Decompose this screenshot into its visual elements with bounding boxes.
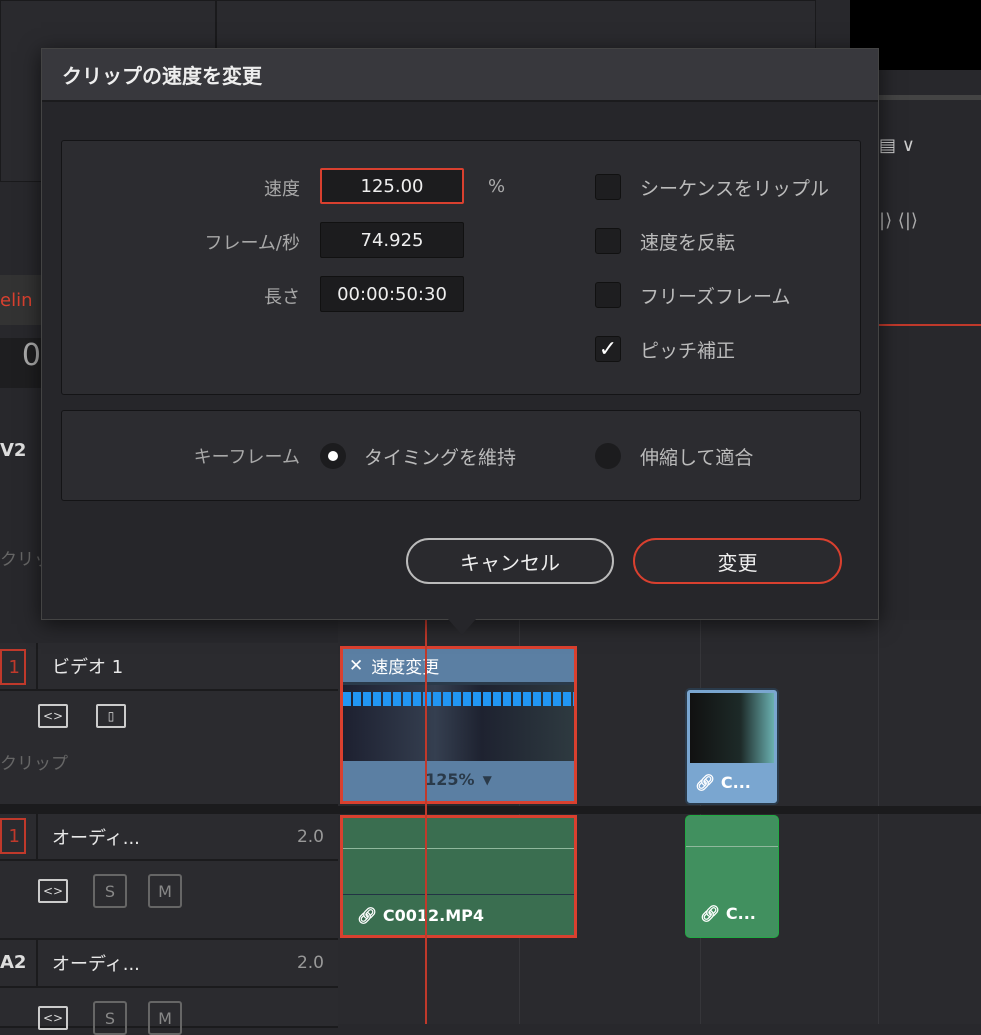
trim-tools-icon[interactable]: |⟩ ⟨|⟩: [879, 210, 918, 231]
speed-input[interactable]: 125.00: [320, 168, 464, 204]
speed-label: 速度: [264, 179, 300, 200]
timeline-tab[interactable]: elin: [0, 275, 41, 325]
solo-button[interactable]: S: [93, 1001, 127, 1035]
clip-thumbnail: [343, 685, 574, 761]
dialog-pointer: [448, 619, 476, 635]
fps-label: フレーム/秒: [204, 233, 300, 254]
duration-input[interactable]: 00:00:50:30: [320, 276, 464, 312]
track-header-video1: 1 ビデオ 1: [0, 643, 338, 691]
track-hint: クリップ: [0, 754, 68, 774]
link-icon: 🔗︎: [357, 906, 378, 925]
track-name: オーディ... 2.0: [36, 940, 338, 986]
link-icon: 🔗︎: [700, 904, 721, 923]
pitch-correction-checkbox[interactable]: ✓: [595, 336, 621, 362]
track-controls-audio2: <> S M: [0, 988, 338, 1035]
channel-label: 2.0: [296, 826, 324, 847]
ripple-sequence-checkbox[interactable]: [595, 174, 621, 200]
speed-indicator[interactable]: 125% ▼: [343, 761, 574, 798]
volume-line: [686, 846, 778, 847]
pitch-correction-label: ピッチ補正: [640, 340, 736, 362]
volume-line: [343, 848, 574, 849]
divider: [879, 95, 981, 100]
fps-input[interactable]: 74.925: [320, 222, 464, 258]
freeze-frame-label: フリーズフレーム: [640, 286, 791, 308]
grid-line: [878, 620, 879, 1024]
close-icon[interactable]: ✕: [349, 656, 363, 676]
track-number[interactable]: A2: [0, 952, 26, 973]
dropdown-arrow-icon: ▼: [482, 772, 492, 787]
speed-arrows: [343, 692, 574, 706]
keyframe-label: キーフレーム: [193, 447, 300, 468]
track-name: オーディ... 2.0: [36, 814, 338, 859]
check-icon: ✓: [598, 336, 618, 362]
keep-timing-label: タイミングを維持: [364, 447, 517, 469]
track-header-audio2: A2 オーディ... 2.0: [0, 940, 338, 988]
track-name: ビデオ 1: [36, 643, 338, 689]
track-number[interactable]: 1: [0, 818, 26, 854]
auto-select-icon[interactable]: <>: [38, 1006, 68, 1030]
reverse-speed-label: 速度を反転: [640, 232, 736, 254]
change-clip-speed-dialog: クリップの速度を変更 速度 125.00 % フレーム/秒 74.925 長さ …: [41, 48, 879, 620]
link-icon: 🔗︎: [695, 773, 716, 792]
mute-button[interactable]: M: [148, 1001, 182, 1035]
cancel-button[interactable]: キャンセル: [406, 538, 614, 584]
solo-button[interactable]: S: [93, 874, 127, 908]
keep-timing-radio[interactable]: [320, 443, 346, 469]
clip-thumbnail: [690, 693, 774, 763]
audio-clip-second[interactable]: 🔗︎ C...: [685, 815, 779, 938]
track-number[interactable]: 1: [0, 649, 26, 685]
freeze-frame-checkbox[interactable]: [595, 282, 621, 308]
timeline-tab-label: elin: [0, 289, 33, 311]
playhead[interactable]: [425, 620, 427, 1024]
stretch-to-fit-label: 伸縮して適合: [640, 447, 754, 469]
video-clip-second[interactable]: 🔗︎ C...: [685, 688, 779, 805]
mute-button[interactable]: M: [148, 874, 182, 908]
speed-change-header: ✕ 速度変更: [343, 649, 574, 685]
video-clip-main[interactable]: ✕ 速度変更 125% ▼: [340, 646, 577, 804]
film-icon[interactable]: ▯: [96, 704, 126, 728]
stretch-to-fit-radio[interactable]: [595, 443, 621, 469]
track-header-audio1: 1 オーディ... 2.0: [0, 814, 338, 861]
tab-underline: [879, 324, 981, 326]
percent-unit: %: [488, 176, 506, 197]
timecode-display: 0: [0, 338, 41, 388]
speed-settings-panel: 速度 125.00 % フレーム/秒 74.925 長さ 00:00:50:30…: [61, 140, 861, 395]
track-controls-video1: <> ▯ クリップ: [0, 691, 338, 806]
track-v2-label: V2: [0, 440, 27, 461]
dialog-title: クリップの速度を変更: [42, 49, 878, 102]
reverse-speed-checkbox[interactable]: [595, 228, 621, 254]
keyframe-panel: キーフレーム タイミングを維持 伸縮して適合: [61, 410, 861, 501]
auto-select-icon[interactable]: <>: [38, 704, 68, 728]
audio-clip-main[interactable]: 🔗︎ C0012.MP4: [340, 815, 577, 938]
ripple-sequence-label: シーケンスをリップル: [640, 178, 830, 200]
duration-label: 長さ: [264, 287, 300, 308]
track-controls-audio1: <> S M: [0, 861, 338, 940]
channel-label: 2.0: [296, 953, 324, 973]
change-button[interactable]: 変更: [633, 538, 842, 584]
view-options-icon[interactable]: ▤ ∨: [879, 135, 915, 156]
video-audio-divider: [0, 806, 981, 814]
auto-select-icon[interactable]: <>: [38, 879, 68, 903]
